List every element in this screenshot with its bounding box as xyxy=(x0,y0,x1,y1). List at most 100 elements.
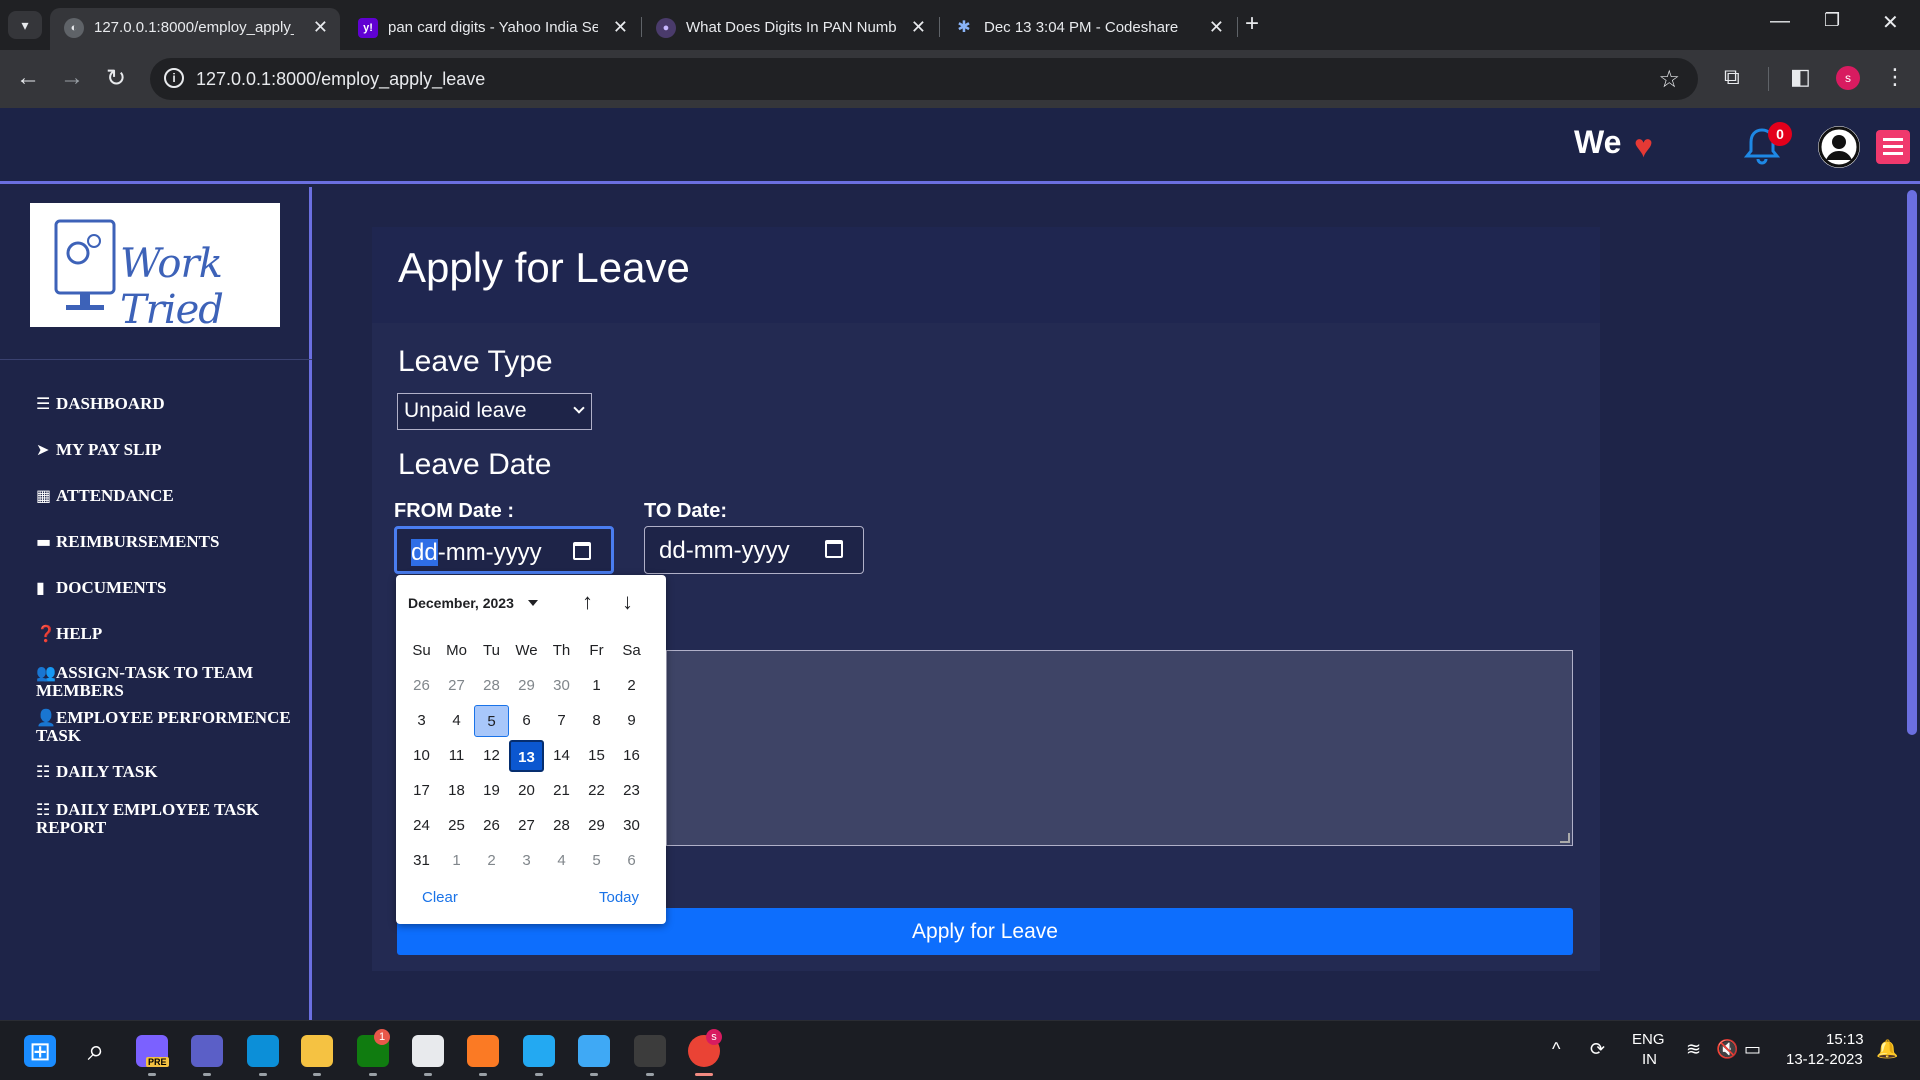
calendar-day[interactable]: 14 xyxy=(544,740,579,772)
browser-tab[interactable]: ● What Does Digits In PAN Numb ✕ xyxy=(642,8,938,50)
calendar-day[interactable]: 6 xyxy=(509,705,544,737)
calendar-day[interactable]: 29 xyxy=(579,810,614,842)
calendar-day[interactable]: 28 xyxy=(474,670,509,702)
address-bar[interactable]: i 127.0.0.1:8000/employ_apply_leave ☆ xyxy=(150,58,1698,100)
terminal-icon[interactable] xyxy=(634,1035,666,1067)
from-date-day-segment[interactable]: dd xyxy=(411,539,438,566)
bookmark-star-icon[interactable]: ☆ xyxy=(1658,65,1680,94)
calendar-day[interactable]: 27 xyxy=(439,670,474,702)
back-icon[interactable]: ← xyxy=(16,64,40,92)
sync-icon[interactable]: ⟳ xyxy=(1590,1039,1605,1060)
from-date-rest[interactable]: -mm-yyyy xyxy=(438,539,542,566)
teams-icon[interactable] xyxy=(191,1035,223,1067)
sidebar-item-daily-task[interactable]: ☷ DAILY TASK xyxy=(36,763,296,781)
close-tab-icon[interactable]: ✕ xyxy=(613,17,628,38)
hamburger-menu-icon[interactable] xyxy=(1876,130,1910,164)
new-tab-icon[interactable]: + xyxy=(1245,10,1259,38)
calendar-day[interactable]: 2 xyxy=(474,845,509,877)
calendar-day[interactable]: 31 xyxy=(404,845,439,877)
calendar-day[interactable]: 22 xyxy=(579,775,614,807)
speaker-muted-icon[interactable]: 🔇 xyxy=(1716,1039,1738,1060)
extensions-icon[interactable]: ⧉ xyxy=(1724,64,1740,90)
clear-date-link[interactable]: Clear xyxy=(422,889,458,906)
side-panel-icon[interactable]: ◧ xyxy=(1790,64,1811,90)
calendar-day[interactable]: 29 xyxy=(509,670,544,702)
calendar-icon[interactable] xyxy=(825,540,843,558)
vscode-icon[interactable] xyxy=(523,1035,555,1067)
calendar-day[interactable]: 23 xyxy=(614,775,649,807)
restore-icon[interactable]: ❐ xyxy=(1824,10,1840,31)
calendar-day[interactable]: 10 xyxy=(404,740,439,772)
sidebar-item-attendance[interactable]: ▦ ATTENDANCE xyxy=(36,487,296,505)
reload-icon[interactable]: ↻ xyxy=(106,64,126,93)
from-date-input[interactable]: dd-mm-yyyy xyxy=(394,526,614,574)
wifi-icon[interactable]: ≋ xyxy=(1686,1039,1701,1060)
close-tab-icon[interactable]: ✕ xyxy=(1209,17,1224,38)
month-year-selector[interactable]: December, 2023 xyxy=(408,595,514,611)
clock-date[interactable]: 13-12-2023 xyxy=(1786,1051,1863,1068)
calendar-day[interactable]: 2 xyxy=(614,670,649,702)
calendar-day[interactable]: 1 xyxy=(439,845,474,877)
calendar-day[interactable]: 26 xyxy=(404,670,439,702)
sidebar-item-assign-task[interactable]: 👥ASSIGN-TASK TO TEAM MEMBERS xyxy=(36,664,296,700)
language-indicator[interactable]: ENG xyxy=(1632,1031,1665,1048)
xampp-icon[interactable] xyxy=(467,1035,499,1067)
calendar-day[interactable]: 12 xyxy=(474,740,509,772)
forward-icon[interactable]: → xyxy=(60,64,84,92)
calendar-day[interactable]: 25 xyxy=(439,810,474,842)
calendar-day[interactable]: 6 xyxy=(614,845,649,877)
calendar-day[interactable]: 17 xyxy=(404,775,439,807)
browser-tab[interactable]: ✱ Dec 13 3:04 PM - Codeshare ✕ xyxy=(940,8,1236,50)
caret-down-icon[interactable] xyxy=(528,600,538,606)
url-text[interactable]: 127.0.0.1:8000/employ_apply_leave xyxy=(196,69,485,90)
to-date-value[interactable]: dd-mm-yyyy xyxy=(659,537,790,565)
calendar-day[interactable]: 16 xyxy=(614,740,649,772)
calendar-day[interactable]: 5 xyxy=(474,705,509,737)
battery-icon[interactable]: ▭ xyxy=(1744,1039,1761,1060)
sidebar-item-reimbursements[interactable]: ▬ REIMBURSEMENTS xyxy=(36,533,296,551)
calendar-day[interactable]: 5 xyxy=(579,845,614,877)
file-explorer-icon[interactable] xyxy=(301,1035,333,1067)
calendar-day[interactable]: 4 xyxy=(544,845,579,877)
calendar-day[interactable]: 15 xyxy=(579,740,614,772)
close-window-icon[interactable]: ✕ xyxy=(1882,10,1899,35)
sidebar-item-help[interactable]: ❓HELP xyxy=(36,625,296,643)
calendar-day[interactable]: 11 xyxy=(439,740,474,772)
close-tab-icon[interactable]: ✕ xyxy=(313,17,328,38)
close-tab-icon[interactable]: ✕ xyxy=(911,17,926,38)
calendar-day-today[interactable]: 13 xyxy=(509,740,544,772)
user-account-icon[interactable] xyxy=(1818,126,1860,168)
calendar-day[interactable]: 18 xyxy=(439,775,474,807)
calendar-day[interactable]: 9 xyxy=(614,705,649,737)
calendar-day[interactable]: 19 xyxy=(474,775,509,807)
calendar-day[interactable]: 3 xyxy=(509,845,544,877)
notification-center-icon[interactable]: 🔔 xyxy=(1876,1039,1898,1060)
tab-search-button[interactable]: ▾ xyxy=(8,11,42,39)
leave-reason-textarea[interactable] xyxy=(666,650,1573,846)
calendar-day[interactable]: 26 xyxy=(474,810,509,842)
notepad-icon[interactable] xyxy=(578,1035,610,1067)
calendar-day[interactable]: 1 xyxy=(579,670,614,702)
calendar-day[interactable]: 7 xyxy=(544,705,579,737)
notepad-doc-icon[interactable] xyxy=(412,1035,444,1067)
sidebar-item-employee-performence-task[interactable]: 👤EMPLOYEE PERFORMENCE TASK xyxy=(36,709,296,745)
sidebar-item-dashboard[interactable]: ☰ DASHBOARD xyxy=(36,395,296,413)
more-menu-icon[interactable]: ⋮ xyxy=(1884,64,1906,90)
calendar-day[interactable]: 28 xyxy=(544,810,579,842)
calendar-day[interactable]: 30 xyxy=(544,670,579,702)
calendar-day[interactable]: 24 xyxy=(404,810,439,842)
region-indicator[interactable]: IN xyxy=(1642,1051,1657,1068)
calendar-day[interactable]: 21 xyxy=(544,775,579,807)
browser-tab-active[interactable]: ◐ 127.0.0.1:8000/employ_apply_le ✕ xyxy=(50,8,340,50)
sidebar-item-documents[interactable]: ▮ DOCUMENTS xyxy=(36,579,296,597)
profile-avatar[interactable]: s xyxy=(1836,66,1860,90)
calendar-day[interactable]: 8 xyxy=(579,705,614,737)
calendar-icon[interactable] xyxy=(573,542,591,560)
sidebar-item-my-pay-slip[interactable]: ➤ MY PAY SLIP xyxy=(36,441,296,459)
resize-handle-icon[interactable] xyxy=(1560,833,1570,843)
calendar-day[interactable]: 3 xyxy=(404,705,439,737)
today-link[interactable]: Today xyxy=(599,889,639,906)
minimize-icon[interactable]: — xyxy=(1770,10,1790,33)
calendar-day[interactable]: 27 xyxy=(509,810,544,842)
clock-time[interactable]: 15:13 xyxy=(1826,1031,1864,1048)
